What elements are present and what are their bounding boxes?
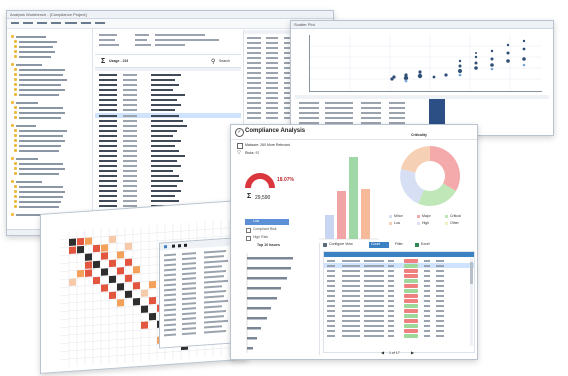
scatter-window: Scatter Plot (290, 20, 554, 136)
bar-chart (319, 145, 379, 241)
top-issues-title: Top 10 Issues (257, 243, 280, 247)
pager-prev-icon[interactable]: ◀ (381, 350, 384, 355)
properties-panel (95, 30, 241, 55)
scatter-window-title: Scatter Plot (294, 22, 315, 27)
pager-text: 1 of 17 (389, 351, 400, 355)
pager-next-icon[interactable]: ▶ (411, 350, 414, 355)
top-issues-svg (246, 253, 293, 353)
option-1-label: Malware: 260 More Relevant (245, 142, 290, 147)
configure-view-button[interactable]: Configure View (323, 242, 357, 248)
scatter-window-titlebar: Scatter Plot (291, 21, 553, 29)
search-icon[interactable]: ⚲ (211, 58, 215, 66)
excel-button[interactable]: Excel (415, 242, 437, 248)
grid-header-bar: Σ Usage - 216 ⚲ Search (95, 57, 241, 68)
bar-chart-svg (319, 157, 379, 240)
back-window-titlebar: Analysis Workbench - [Compliance Project… (7, 11, 333, 19)
gauge-arc (245, 173, 275, 189)
sigma-icon: Σ (101, 58, 106, 65)
tree-panel[interactable] (8, 29, 93, 229)
donut-chart: Criticality Minor Major Critical Low Hig… (387, 133, 473, 243)
grid-toolbar: Configure View Count Filter Excel (323, 241, 475, 250)
compliance-grid[interactable] (323, 251, 475, 353)
filter-button[interactable]: Filter (393, 242, 413, 248)
option-2-label: Risks: 97 (245, 150, 260, 155)
scatter-plot-svg (310, 35, 542, 91)
grid-scrollbar[interactable] (470, 258, 473, 346)
compliance-window: ✓ Compliance Analysis Malware: 260 More … (230, 124, 478, 360)
donut-legend-0 (389, 215, 392, 218)
donut-legend-1 (417, 215, 420, 218)
filter-icon[interactable]: ▽ (237, 150, 241, 156)
donut-legend-3 (389, 222, 392, 225)
back-window-title: Analysis Workbench - [Compliance Project… (10, 12, 87, 17)
gauge-widget: 18.07% Σ 29,590 (245, 173, 301, 209)
legend-item-high-risk[interactable]: High Risk (245, 235, 289, 241)
donut-legend-2 (445, 215, 448, 218)
donut-legend-5 (445, 222, 448, 225)
pager[interactable]: ◀ 1 of 17 ▶ (381, 350, 441, 357)
compliance-title: Compliance Analysis (245, 128, 306, 134)
grid-header-title: Usage - 216 (109, 59, 129, 63)
donut-title: Criticality (411, 133, 427, 137)
count-button[interactable]: Count (369, 242, 389, 248)
donut-svg (400, 146, 461, 207)
checkbox-icon[interactable] (237, 143, 243, 149)
top-issues-chart: Top 10 Issues (237, 243, 320, 355)
legend-item-compliant-risk[interactable]: Compliant Risk (245, 227, 289, 233)
compliance-icon: ✓ (235, 128, 244, 137)
donut-legend-4 (417, 222, 420, 225)
back-window-ribbon (7, 19, 333, 29)
grid-header-row (324, 252, 474, 257)
count-value: 29,590 (255, 195, 271, 201)
gauge-value: 18.07% (277, 177, 294, 183)
search-label[interactable]: Search (219, 59, 230, 64)
donut-legend: Minor Major Critical Low High Other (389, 214, 473, 235)
legend-item-low[interactable]: Low (245, 219, 289, 225)
sigma-icon: Σ (247, 193, 252, 200)
heatmap-window (40, 199, 248, 374)
scatter-plot-area[interactable] (309, 35, 542, 92)
